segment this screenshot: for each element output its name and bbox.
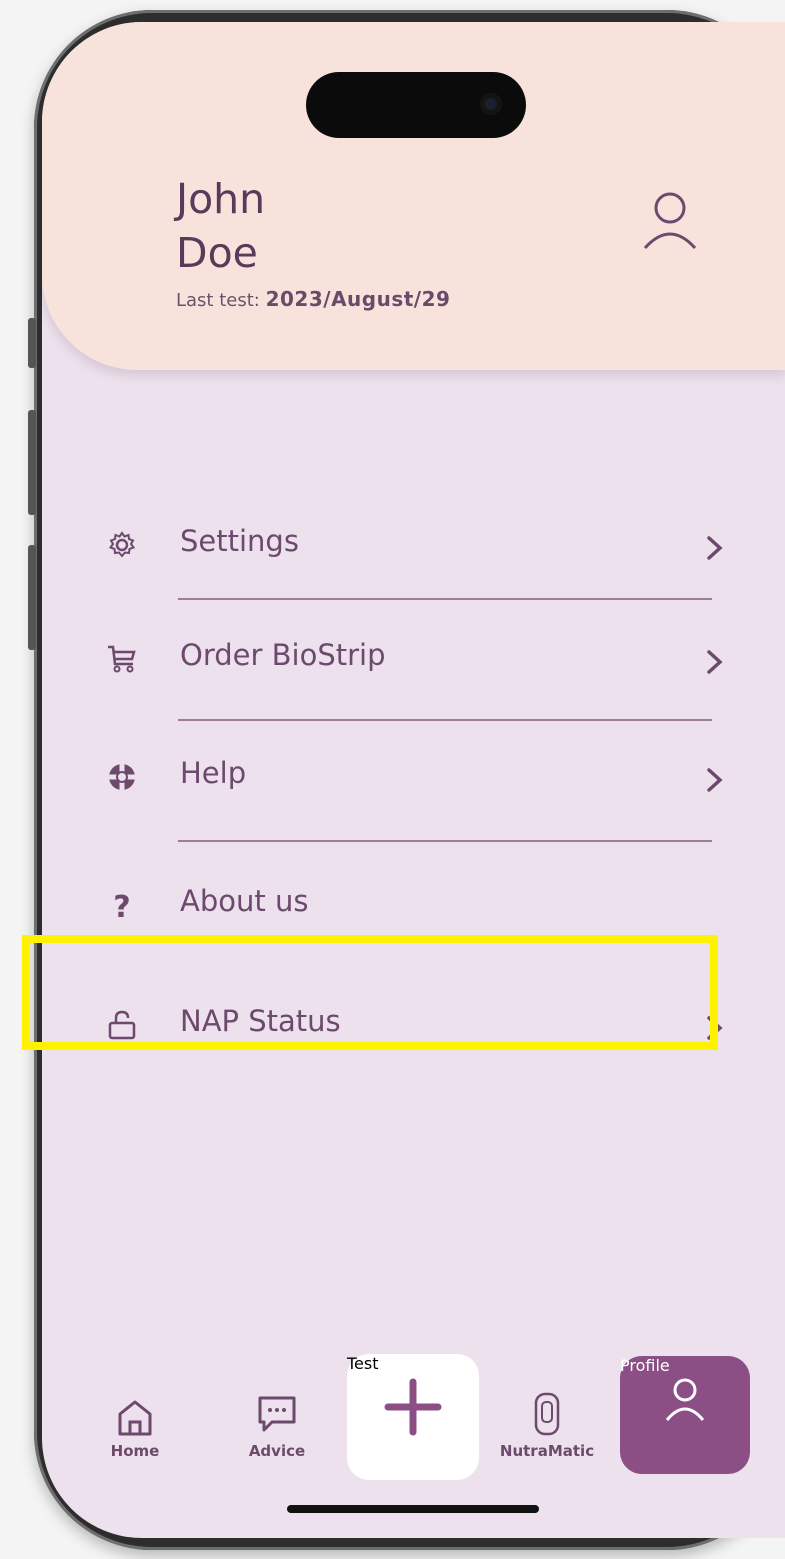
- chevron-right-icon: [707, 768, 723, 792]
- nav-test-label: Test: [347, 1354, 379, 1373]
- phone-side-button: [28, 410, 36, 515]
- device-icon: [534, 1392, 560, 1436]
- user-name: John Doe: [176, 172, 476, 280]
- menu-item-label: Order BioStrip: [180, 638, 386, 672]
- profile-header: John Doe Last test: 2023/August/29: [42, 22, 785, 370]
- dynamic-island: [306, 72, 526, 138]
- menu-divider: [178, 840, 712, 842]
- nav-profile-label: Profile: [620, 1356, 670, 1375]
- user-first-name: John: [176, 175, 266, 223]
- nav-home-label: Home: [110, 1442, 160, 1460]
- nav-home[interactable]: Home: [100, 1350, 170, 1470]
- last-test-date: 2023/August/29: [265, 287, 451, 311]
- chat-icon: [258, 1396, 296, 1432]
- user-last-name: Doe: [176, 229, 258, 277]
- chevron-right-icon: [707, 536, 723, 560]
- nav-profile[interactable]: Profile: [620, 1356, 750, 1474]
- app-screen: John Doe Last test: 2023/August/29 Setti…: [42, 22, 785, 1538]
- user-icon: [665, 1378, 705, 1421]
- menu-divider: [178, 719, 712, 721]
- nav-nutramatic[interactable]: NutraMatic: [482, 1350, 612, 1470]
- menu-item-settings[interactable]: Settings: [102, 512, 723, 582]
- chevron-right-icon: [707, 650, 723, 674]
- menu-item-label: Help: [180, 756, 247, 790]
- phone-side-button: [28, 318, 36, 368]
- plus-icon: [384, 1378, 442, 1436]
- menu-item-about-us[interactable]: ? About us: [102, 872, 722, 942]
- last-test-label: Last test:: [176, 290, 260, 311]
- menu-item-help[interactable]: Help: [102, 744, 723, 814]
- menu-item-label: About us: [180, 884, 309, 918]
- nav-nutramatic-label: NutraMatic: [499, 1442, 595, 1460]
- bottom-nav-bar: Home Advice Test NutraMatic Profile: [42, 1350, 785, 1490]
- menu-divider: [178, 598, 712, 600]
- home-icon: [118, 1400, 152, 1436]
- svg-text:?: ?: [113, 890, 130, 920]
- question-icon: ?: [113, 890, 130, 920]
- nav-advice[interactable]: Advice: [232, 1350, 322, 1470]
- cart-icon: [108, 645, 136, 673]
- gear-icon: [108, 531, 136, 558]
- highlight-box: [22, 935, 718, 1050]
- menu-item-label: Settings: [180, 524, 299, 558]
- nav-test[interactable]: Test: [347, 1354, 479, 1480]
- last-test-info: Last test: 2023/August/29: [176, 287, 450, 311]
- lifebuoy-icon: [109, 764, 135, 790]
- nav-advice-label: Advice: [248, 1442, 306, 1460]
- phone-side-button: [28, 545, 36, 650]
- home-indicator: [287, 1505, 539, 1513]
- user-icon[interactable]: [642, 190, 698, 254]
- menu-item-order-biostrip[interactable]: Order BioStrip: [102, 626, 723, 696]
